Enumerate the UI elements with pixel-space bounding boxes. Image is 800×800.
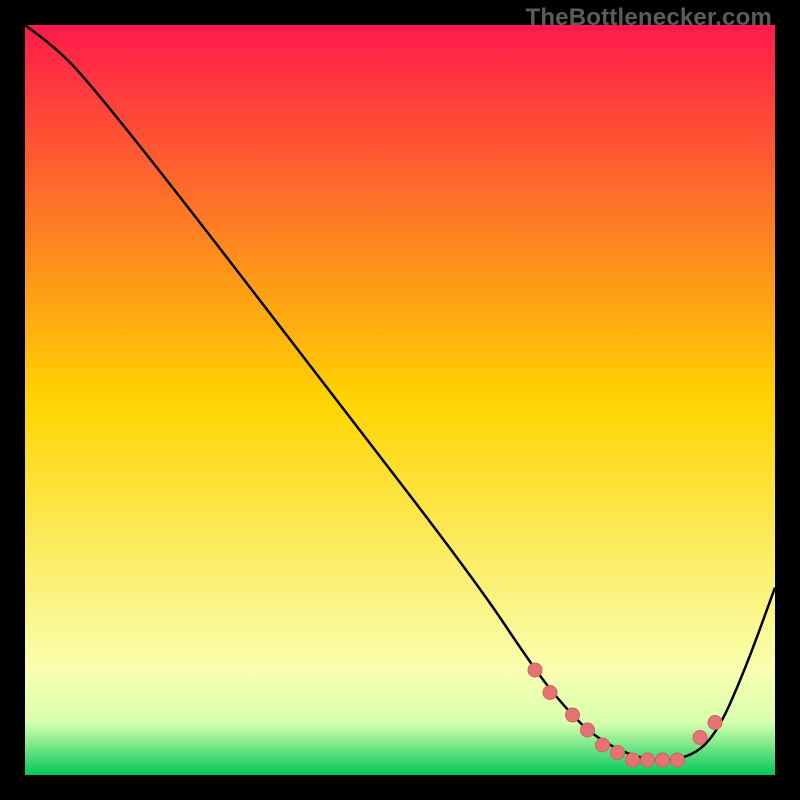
gradient-bg (25, 25, 775, 775)
data-marker (708, 716, 722, 730)
watermark-text: TheBottlenecker.com (525, 4, 772, 32)
data-marker (693, 731, 707, 745)
data-marker (543, 686, 557, 700)
data-marker (656, 753, 670, 767)
chart-svg (25, 25, 775, 775)
data-marker (671, 753, 685, 767)
data-marker (641, 753, 655, 767)
data-marker (596, 738, 610, 752)
data-marker (581, 723, 595, 737)
data-marker (566, 708, 580, 722)
data-marker (528, 663, 542, 677)
data-marker (611, 746, 625, 760)
chart-stage: TheBottlenecker.com (0, 0, 800, 800)
data-marker (626, 753, 640, 767)
